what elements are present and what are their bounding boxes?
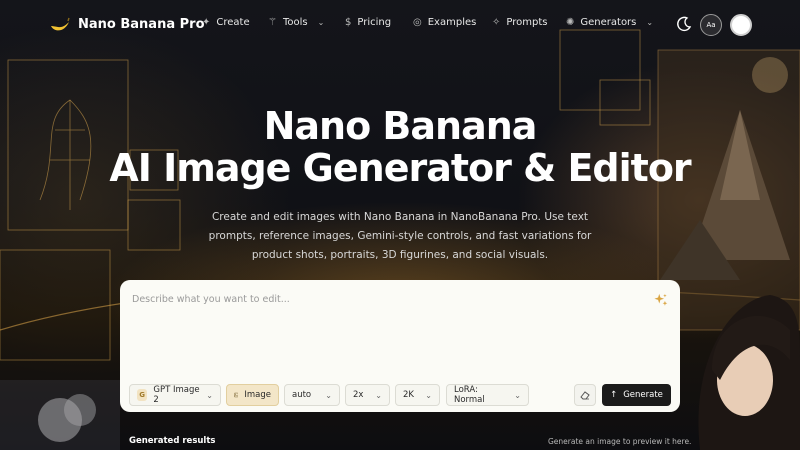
nav-examples[interactable]: ◎ Examples: [413, 17, 476, 28]
font-size-button[interactable]: Aa: [700, 14, 722, 36]
chevron-down-icon: ⌄: [317, 18, 325, 27]
brand-link[interactable]: Nano Banana Pro: [48, 12, 205, 36]
results-label: Generated results: [129, 436, 216, 446]
lora-select-label: LoRA: Normal: [454, 385, 485, 405]
eraser-icon: [580, 391, 590, 400]
top-nav: Nano Banana Pro ✦ Create ⚚ Tools ⌄ $ Pri…: [0, 0, 800, 50]
arrow-up-icon: ↑: [610, 390, 618, 400]
chevron-down-icon: ⌄: [425, 390, 432, 400]
count-select-label: 2x: [353, 390, 364, 400]
aspect-select-label: auto: [292, 390, 312, 400]
chevron-down-icon: ⌄: [325, 390, 332, 400]
generate-button[interactable]: ↑ Generate: [602, 384, 671, 406]
brand-name: Nano Banana Pro: [78, 16, 205, 32]
chevron-down-icon: ⌄: [514, 390, 521, 400]
nav-generators[interactable]: ✺ Generators ⌄: [566, 17, 653, 28]
nav-pricing-label: Pricing: [357, 17, 392, 28]
results-hint: Generate an image to preview it here.: [548, 437, 692, 446]
chevron-down-icon: ⌄: [206, 390, 213, 400]
prompt-input[interactable]: [132, 294, 632, 364]
nav-tools-label: Tools: [282, 17, 308, 28]
resolution-select[interactable]: 2K ⌄: [395, 384, 440, 406]
sparkles-icon: ✧: [492, 17, 501, 28]
avatar[interactable]: [730, 14, 752, 36]
moon-icon[interactable]: [676, 16, 692, 32]
image-mode-button[interactable]: Image: [226, 384, 279, 406]
nav-generators-label: Generators: [580, 17, 637, 28]
model-select-label: GPT Image 2: [153, 385, 200, 405]
lora-select[interactable]: LoRA: Normal ⌄: [446, 384, 529, 406]
image-mode-label: Image: [244, 390, 271, 400]
banana-logo-icon: [51, 17, 70, 31]
resolution-select-label: 2K: [403, 390, 414, 400]
sparkle-star-icon: ✺: [566, 17, 575, 28]
dollar-icon: $: [345, 17, 352, 28]
chevron-down-icon: ⌄: [375, 390, 382, 400]
count-select[interactable]: 2x ⌄: [345, 384, 390, 406]
nav-pricing[interactable]: $ Pricing: [345, 17, 391, 28]
image-icon: [234, 392, 239, 398]
nav-prompts[interactable]: ✧ Prompts: [492, 17, 547, 28]
clear-button[interactable]: [574, 384, 596, 406]
nav-create[interactable]: ✦ Create: [202, 17, 250, 28]
enhance-prompt-icon[interactable]: [654, 293, 668, 307]
compass-icon: ◎: [413, 17, 422, 28]
hero-subtitle: Create and edit images with Nano Banana …: [208, 211, 592, 261]
sparkle-icon: ✦: [202, 17, 211, 28]
model-badge: G: [137, 389, 148, 401]
editor-card: G GPT Image 2 ⌄ Image auto ⌄ 2x ⌄ 2K ⌄ L…: [120, 280, 680, 412]
nav-tools[interactable]: ⚚ Tools ⌄: [268, 17, 324, 28]
nav-examples-label: Examples: [427, 17, 477, 28]
nav-prompts-label: Prompts: [506, 17, 548, 28]
nav-create-label: Create: [216, 17, 250, 28]
hero-title-line1: Nano Banana: [263, 104, 538, 148]
generate-label: Generate: [623, 390, 663, 400]
magic-wand-icon: ⚚: [268, 17, 277, 28]
hero-title-line2: AI Image Generator & Editor: [109, 146, 691, 190]
model-select[interactable]: G GPT Image 2 ⌄: [129, 384, 221, 406]
aspect-select[interactable]: auto ⌄: [284, 384, 340, 406]
chevron-down-icon: ⌄: [646, 18, 654, 27]
